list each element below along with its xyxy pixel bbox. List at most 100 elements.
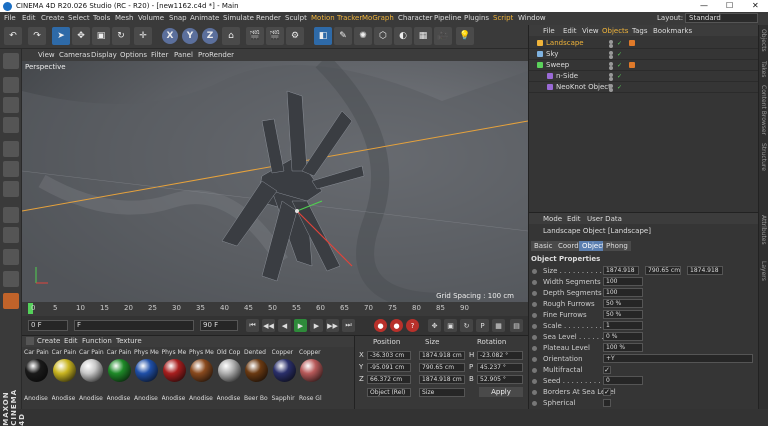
material-swatch[interactable]: Car Pain Anodise — [79, 348, 105, 410]
attribute-value-field[interactable]: 0 % — [603, 332, 643, 341]
om-tab-view[interactable]: View — [582, 27, 599, 35]
side-tab-content-browser[interactable]: Content Browser — [760, 85, 767, 135]
attribute-value-field[interactable]: 100 — [603, 288, 643, 297]
menu-sculpt[interactable]: Sculpt — [285, 14, 307, 22]
attribute-value-field[interactable]: 1874.918 — [687, 266, 723, 275]
tab-basic[interactable]: Basic — [531, 241, 556, 251]
render-visibility-dot[interactable] — [609, 77, 613, 81]
material-swatch[interactable]: Car Pain Anodise — [52, 348, 78, 410]
size-y-field[interactable]: 790.65 cm — [419, 363, 465, 372]
tag-icon[interactable] — [629, 62, 635, 68]
keyframe-bullet-icon[interactable] — [532, 302, 537, 307]
am-menu-edit[interactable]: Edit — [567, 215, 581, 223]
position-y-field[interactable]: -95.091 cm — [367, 363, 411, 372]
om-tab-tags[interactable]: Tags — [632, 27, 648, 35]
coordinate-system-icon[interactable]: ⌂ — [222, 27, 240, 45]
menu-mesh[interactable]: Mesh — [115, 14, 133, 22]
timeline-ruler[interactable]: 0 5 10 15 20 25 30 35 40 45 50 55 60 65 … — [22, 302, 528, 316]
coordinate-mode-select[interactable]: Object (Rel) — [367, 388, 411, 397]
enabled-check-icon[interactable]: ✓ — [617, 73, 622, 80]
menu-script[interactable]: Script — [493, 14, 513, 22]
mat-menu-create[interactable]: Create — [37, 337, 60, 345]
om-tab-bookmarks[interactable]: Bookmarks — [653, 27, 692, 35]
rotation-h-field[interactable]: -23.082 ° — [477, 351, 523, 360]
rotate-icon[interactable]: ↻ — [112, 27, 130, 45]
menu-character[interactable]: Character — [398, 14, 433, 22]
tweak-mode-icon[interactable] — [3, 227, 19, 243]
select-arrow-icon[interactable]: ➤ — [52, 27, 70, 45]
light-icon[interactable]: 💡 — [456, 27, 474, 45]
keyframe-bullet-icon[interactable] — [532, 357, 537, 362]
keyframe-bullet-icon[interactable] — [532, 335, 537, 340]
mat-menu-edit[interactable]: Edit — [64, 337, 78, 345]
om-tab-file[interactable]: File — [543, 27, 555, 35]
go-to-end-icon[interactable]: ⏭ — [342, 319, 355, 332]
next-frame-icon[interactable]: ▶ — [310, 319, 323, 332]
move-key-icon[interactable]: ✥ — [428, 319, 441, 332]
magnet-icon[interactable] — [3, 293, 19, 309]
rotation-b-field[interactable]: 52.905 ° — [477, 375, 523, 384]
attribute-value-field[interactable]: 50 % — [603, 299, 643, 308]
go-to-start-icon[interactable]: ⏮ — [246, 319, 259, 332]
size-x-field[interactable]: 1874.918 cm — [419, 351, 465, 360]
attribute-value-field[interactable]: 790.65 cm — [645, 266, 681, 275]
redo-icon[interactable]: ↷ — [28, 27, 46, 45]
material-swatch[interactable]: Car Pain Anodise — [107, 348, 133, 410]
object-name[interactable]: n-Side — [556, 72, 578, 80]
move-icon[interactable]: ✥ — [72, 27, 90, 45]
rotate-key-icon[interactable]: ↻ — [460, 319, 473, 332]
autokey-icon[interactable]: ● — [390, 319, 403, 332]
menu-file[interactable]: File — [4, 14, 16, 22]
position-x-field[interactable]: -36.303 cm — [367, 351, 411, 360]
menu-plugins[interactable]: Plugins — [464, 14, 489, 22]
x-axis-icon[interactable]: X — [162, 28, 178, 44]
vp-menu-view[interactable]: View — [38, 51, 55, 59]
enabled-check-icon[interactable]: ✓ — [617, 84, 622, 91]
points-mode-icon[interactable] — [3, 141, 19, 157]
mat-menu-texture[interactable]: Texture — [116, 337, 142, 345]
attribute-value-field[interactable]: 1 — [603, 321, 643, 330]
polygons-mode-icon[interactable] — [3, 181, 19, 197]
locked-workplane-icon[interactable] — [3, 271, 19, 287]
edges-mode-icon[interactable] — [3, 161, 19, 177]
menu-simulate[interactable]: Simulate — [223, 14, 254, 22]
vp-menu-cameras[interactable]: Cameras — [59, 51, 90, 59]
render-visibility-dot[interactable] — [609, 44, 613, 48]
side-tab-layers[interactable]: Layers — [760, 261, 767, 281]
scene-floor-icon[interactable]: ▦ — [414, 27, 432, 45]
axis-mode-icon[interactable] — [3, 207, 19, 223]
perspective-viewport[interactable]: Perspective Grid Spacing : 100 cm — [22, 61, 528, 302]
enabled-check-icon[interactable]: ✓ — [617, 40, 622, 47]
attribute-checkbox[interactable]: ✓ — [603, 366, 611, 374]
tab-coord[interactable]: Coord — [555, 241, 582, 251]
maximize-button[interactable]: ☐ — [726, 1, 733, 10]
vp-menu-display[interactable]: Display — [91, 51, 117, 59]
attribute-value-field[interactable]: +Y — [603, 354, 753, 363]
menu-window[interactable]: Window — [518, 14, 546, 22]
am-menu-user-data[interactable]: User Data — [587, 215, 622, 223]
keyframe-bullet-icon[interactable] — [532, 324, 537, 329]
pla-key-icon[interactable]: ▦ — [492, 319, 505, 332]
vp-menu-panel[interactable]: Panel — [174, 51, 193, 59]
attribute-value-field[interactable]: 50 % — [603, 310, 643, 319]
enabled-check-icon[interactable]: ✓ — [617, 51, 622, 58]
scale-icon[interactable]: ▣ — [92, 27, 110, 45]
material-swatch[interactable]: Phys Me Anodise — [189, 348, 215, 410]
minimize-button[interactable]: — — [700, 1, 708, 10]
vp-menu-options[interactable]: Options — [120, 51, 147, 59]
apply-button[interactable]: Apply — [479, 387, 523, 397]
side-tab-attributes[interactable]: Attributes — [760, 215, 767, 245]
attribute-checkbox[interactable] — [603, 399, 611, 407]
material-swatch[interactable]: Copper Sapphir — [272, 348, 298, 410]
attribute-value-field[interactable]: 100 % — [603, 343, 643, 352]
side-tab-structure[interactable]: Structure — [760, 143, 767, 171]
param-key-icon[interactable]: P — [476, 319, 489, 332]
camera-icon[interactable]: 🎥 — [434, 27, 452, 45]
menu-create[interactable]: Create — [41, 14, 64, 22]
size-mode-select[interactable]: Size — [419, 388, 465, 397]
object-name[interactable]: Landscape — [546, 39, 584, 47]
keyframe-bullet-icon[interactable] — [532, 401, 537, 406]
object-row[interactable]: Sky ✓ — [529, 49, 759, 60]
material-swatch[interactable]: Phys Me Anodise — [134, 348, 160, 410]
cube-icon[interactable]: ◧ — [314, 27, 332, 45]
